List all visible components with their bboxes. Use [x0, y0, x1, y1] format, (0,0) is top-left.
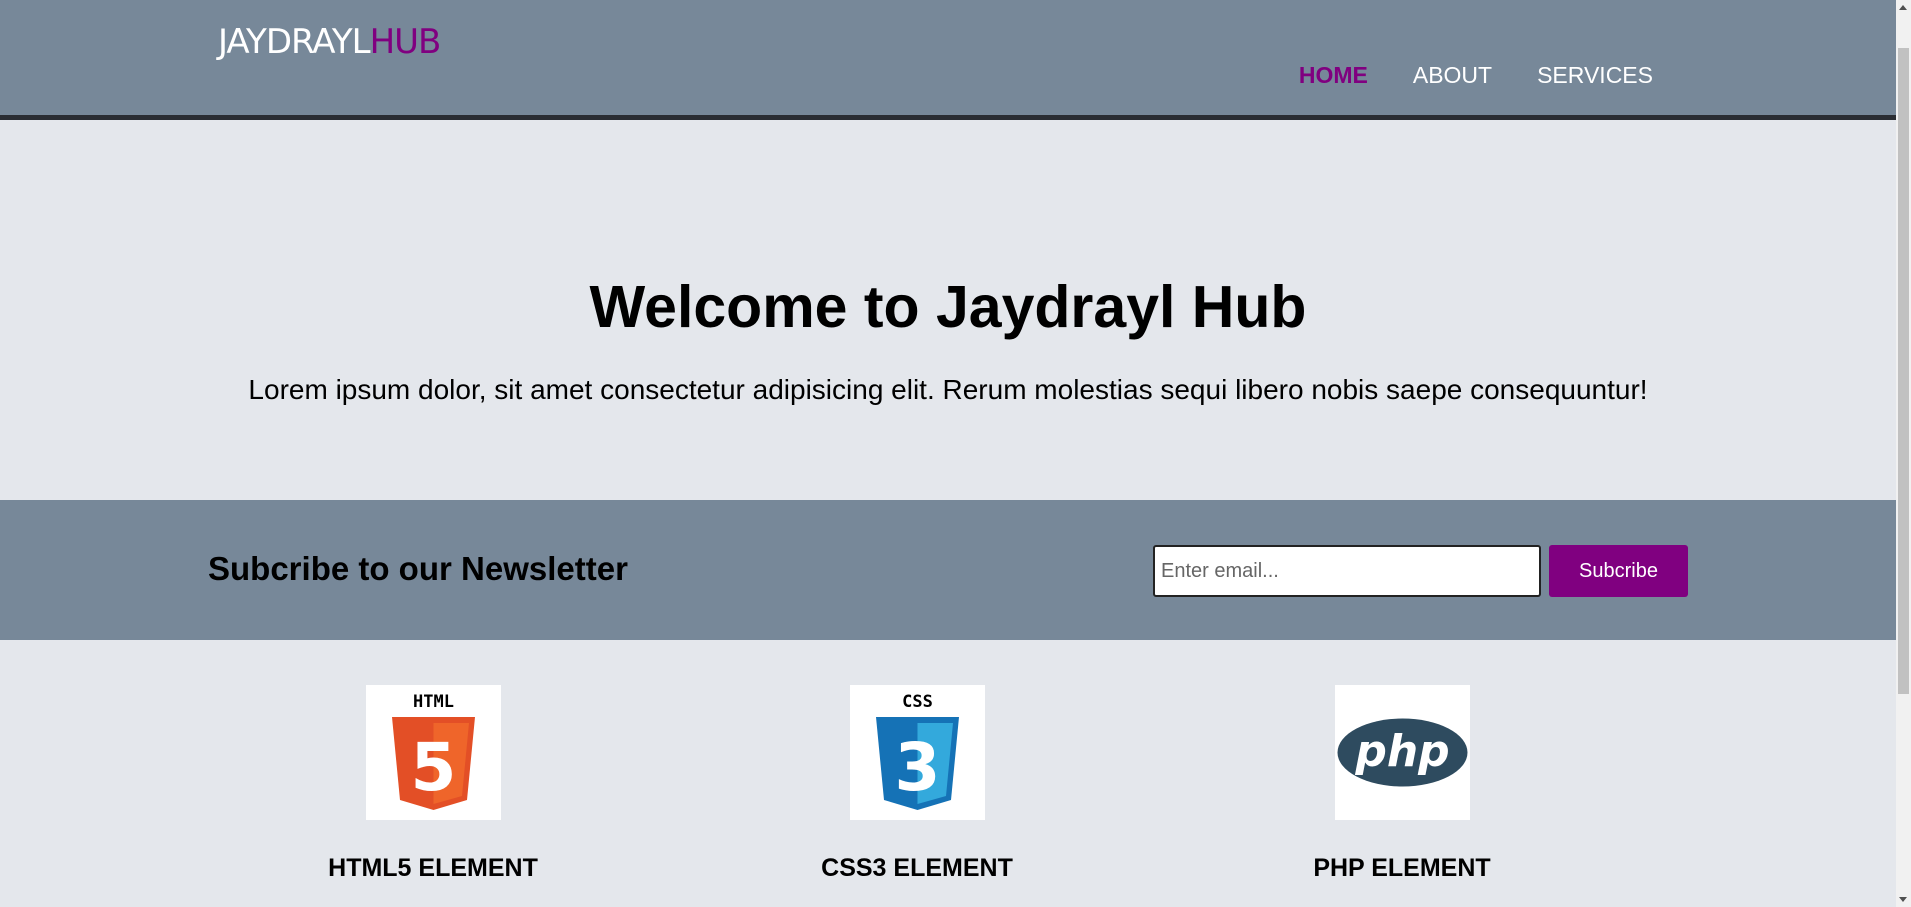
subscribe-button[interactable]: Subcribe — [1549, 545, 1688, 597]
page-scrollbar[interactable] — [1896, 0, 1911, 907]
css3-badge-label: CSS — [902, 692, 933, 712]
html5-logo-icon: HTML 5 — [365, 685, 501, 820]
nav-item-services[interactable]: SERVICES — [1537, 62, 1653, 89]
box-html5: HTML 5 HTML5 ELEMENT — [283, 685, 583, 883]
html5-badge-label: HTML — [413, 692, 454, 712]
scrollbar-thumb[interactable] — [1898, 48, 1909, 694]
css3-badge-numeral: 3 — [894, 729, 940, 806]
hero-text: Lorem ipsum dolor, sit amet consectetur … — [248, 374, 1648, 405]
scroll-down-arrow-icon[interactable] — [1899, 897, 1907, 902]
logo-text-white: JAYDRAYL — [218, 22, 371, 62]
site-logo[interactable]: JAYDRAYLHUB — [218, 22, 442, 62]
html5-badge-numeral: 5 — [410, 729, 456, 806]
box-php: php PHP ELEMENT — [1252, 685, 1552, 883]
css3-logo-icon: CSS 3 — [849, 685, 985, 820]
hero-title: Welcome to Jaydrayl Hub — [589, 274, 1307, 340]
box-title-html5: HTML5 ELEMENT — [328, 854, 538, 882]
newsletter-heading: Subcribe to our Newsletter — [208, 550, 628, 587]
hero-section: Welcome to Jaydrayl Hub Lorem ipsum dolo… — [0, 125, 1896, 500]
main-nav: HOME ABOUT SERVICES — [1299, 62, 1653, 89]
box-title-css3: CSS3 ELEMENT — [821, 854, 1013, 882]
nav-item-home[interactable]: HOME — [1299, 62, 1368, 89]
logo-text-purple: HUB — [369, 22, 442, 62]
email-input[interactable] — [1153, 545, 1541, 597]
scroll-up-arrow-icon[interactable] — [1899, 5, 1907, 10]
box-css3: CSS 3 CSS3 ELEMENT — [767, 685, 1067, 883]
php-badge-label: php — [1354, 726, 1449, 777]
php-logo-icon: php — [1334, 685, 1470, 820]
box-title-php: PHP ELEMENT — [1313, 854, 1491, 882]
nav-item-about[interactable]: ABOUT — [1413, 62, 1492, 89]
site-header: JAYDRAYLHUB HOME ABOUT SERVICES — [0, 0, 1896, 120]
